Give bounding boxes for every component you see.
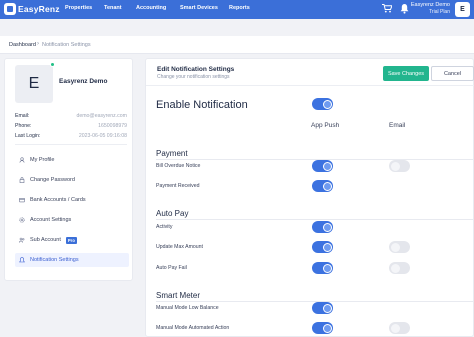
user-menu[interactable]: Easyrenz Demo Trial Plan [411,2,450,16]
top-navbar: EasyRenz Properties Tenant Accounting Sm… [0,0,474,19]
menu-account-settings[interactable]: Account Settings [15,213,129,227]
row-update-max-label: Update Max Amount [156,244,204,250]
section-smartmeter-title: Smart Meter [156,291,201,300]
people-icon [19,237,25,243]
section-divider [156,219,474,220]
phone-value: 1650098979 [98,123,127,129]
user-plan: Trial Plan [429,9,450,15]
panel-subtitle: Change your notification settings [157,74,230,80]
toggle-knob [322,181,332,191]
profile-phone-row: Phone: 1650098979 [15,123,127,129]
menu-label: Bank Accounts / Cards [30,197,86,203]
user-icon [19,157,25,163]
payment-received-app-toggle[interactable] [312,180,333,192]
menu-label: Sub Account [30,237,61,243]
toggle-knob [322,161,332,171]
cancel-button[interactable]: Cancel [431,66,474,81]
pro-badge: Pro [65,236,77,244]
toggle-knob [322,99,332,109]
menu-label: Notification Settings [30,257,79,263]
row-low-balance-label: Manual Mode Low Balance [156,305,219,311]
section-payment-title: Payment [156,149,188,158]
profile-login-row: Last Login: 2023-06-05 09:16:08 [15,133,127,139]
bill-overdue-app-toggle[interactable] [312,160,333,172]
automated-action-email-toggle[interactable] [389,322,410,334]
nav-smart-devices[interactable]: Smart Devices [180,5,218,11]
profile-name: Easyrenz Demo [59,78,108,85]
toggle-knob [390,323,400,333]
menu-bank-accounts[interactable]: Bank Accounts / Cards [15,193,129,207]
menu-my-profile[interactable]: My Profile [15,153,129,167]
row-automated-action-label: Manual Mode Automated Action [156,325,230,331]
breadcrumb-home[interactable]: Dashboard [9,42,36,48]
breadcrumb-separator: › [37,41,39,47]
toggle-knob [390,242,400,252]
logo-icon [4,3,16,15]
autopay-fail-app-toggle[interactable] [312,262,333,274]
menu-notification-settings[interactable]: Notification Settings [15,253,129,267]
divider [15,144,127,145]
update-max-app-toggle[interactable] [312,241,333,253]
user-name: Easyrenz Demo [410,2,450,8]
toggle-knob [322,303,332,313]
panel-title: Edit Notification Settings [157,66,235,73]
profile-email-row: Email: demo@easyrenz.com [15,113,127,119]
menu-label: Change Password [30,177,75,183]
autopay-fail-email-toggle[interactable] [389,262,410,274]
lock-icon [19,177,25,183]
breadcrumb-current: Notification Settings [42,42,91,48]
login-value: 2023-06-05 09:16:08 [78,133,127,139]
profile-avatar: E [15,65,53,103]
nav-reports[interactable]: Reports [229,5,250,11]
toggle-knob [322,263,332,273]
menu-sub-account[interactable]: Sub Account Pro [15,233,129,247]
app-push-column-header: App Push [311,122,340,129]
bell-icon [19,257,25,263]
row-activity-label: Activity [156,224,173,230]
enable-notification-toggle[interactable] [312,98,333,110]
toggle-knob [322,323,332,333]
row-bill-overdue-label: Bill Overdue Notice [156,163,201,169]
email-column-header: Email [389,122,406,129]
row-payment-received-label: Payment Received [156,183,200,189]
toggle-knob [390,161,400,171]
save-changes-button[interactable]: Save Changes [383,66,429,81]
toggle-knob [390,263,400,273]
online-status-dot [50,62,55,67]
breadcrumb: Dashboard › Notification Settings [0,36,474,54]
brand-logo[interactable]: EasyRenz [4,3,60,15]
avatar[interactable]: E [455,2,470,17]
menu-change-password[interactable]: Change Password [15,173,129,187]
row-autopay-fail-label: Auto Pay Fail [156,265,187,271]
update-max-email-toggle[interactable] [389,241,410,253]
enable-notification-label: Enable Notification [156,99,248,111]
nav-tenant[interactable]: Tenant [104,5,122,11]
menu-label: Account Settings [30,217,72,223]
bank-icon [19,197,25,203]
cart-icon[interactable] [382,4,392,13]
menu-label: My Profile [30,157,55,163]
bill-overdue-email-toggle[interactable] [389,160,410,172]
toggle-knob [322,242,332,252]
bell-icon[interactable] [400,3,409,14]
low-balance-app-toggle[interactable] [312,302,333,314]
activity-app-toggle[interactable] [312,221,333,233]
profile-card: E Easyrenz Demo Email: demo@easyrenz.com… [4,58,133,281]
login-label: Last Login: [15,133,41,139]
toggle-knob [322,222,332,232]
nav-properties[interactable]: Properties [65,5,92,11]
notification-settings-panel: Edit Notification Settings Change your n… [145,58,474,337]
divider [146,85,474,86]
section-autopay-title: Auto Pay [156,209,189,218]
nav-accounting[interactable]: Accounting [136,5,166,11]
email-value: demo@easyrenz.com [76,113,127,119]
automated-action-app-toggle[interactable] [312,322,333,334]
phone-label: Phone: [15,123,32,129]
email-label: Email: [15,113,30,119]
settings-icon [19,217,25,223]
brand-name: EasyRenz [18,4,60,14]
